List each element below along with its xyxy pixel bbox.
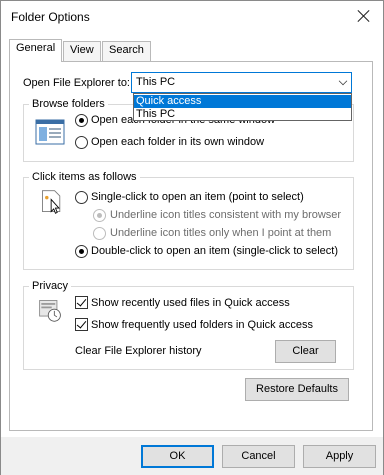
- close-icon[interactable]: [355, 7, 373, 25]
- open-explorer-label: Open File Explorer to:: [23, 77, 130, 89]
- open-explorer-value: This PC: [136, 76, 176, 88]
- clear-button[interactable]: Clear: [275, 340, 336, 363]
- underline-point-label[interactable]: Underline icon titles only when I point …: [110, 227, 331, 239]
- clear-history-label: Clear File Explorer history: [75, 345, 202, 357]
- recent-files-label[interactable]: Show recently used files in Quick access: [91, 297, 290, 309]
- privacy-icon: [39, 300, 61, 322]
- restore-defaults-button[interactable]: Restore Defaults: [245, 378, 349, 401]
- open-explorer-combobox[interactable]: This PC: [131, 72, 352, 93]
- title-bar: Folder Options: [1, 1, 383, 33]
- dropdown-option-this-pc[interactable]: This PC: [134, 108, 351, 121]
- dropdown-option-quick-access[interactable]: Quick access: [134, 95, 351, 108]
- cursor-icon: [42, 190, 61, 214]
- cancel-button[interactable]: Cancel: [222, 445, 295, 468]
- apply-button[interactable]: Apply: [303, 445, 376, 468]
- tab-view[interactable]: View: [63, 41, 101, 61]
- radio-double-click[interactable]: [75, 245, 88, 258]
- radio-single-click[interactable]: [75, 191, 88, 204]
- folder-options-dialog: Folder Options General View Search Open …: [0, 0, 384, 475]
- privacy-title: Privacy: [29, 280, 72, 292]
- click-items-title: Click items as follows: [29, 171, 140, 183]
- double-click-label[interactable]: Double-click to open an item (single-cli…: [91, 245, 338, 257]
- window-icon: [35, 119, 65, 145]
- underline-consistent-label[interactable]: Underline icon titles consistent with my…: [110, 209, 341, 221]
- radio-underline-point[interactable]: [93, 227, 106, 240]
- own-window-label[interactable]: Open each folder in its own window: [91, 136, 264, 148]
- chevron-down-icon[interactable]: [338, 76, 348, 86]
- single-click-label[interactable]: Single-click to open an item (point to s…: [91, 191, 304, 203]
- tab-search[interactable]: Search: [102, 41, 151, 61]
- browse-folders-title: Browse folders: [29, 98, 108, 110]
- tab-general[interactable]: General: [9, 39, 63, 62]
- checkbox-recent-files[interactable]: [75, 296, 88, 309]
- ok-button[interactable]: OK: [141, 445, 214, 468]
- radio-own-window[interactable]: [75, 136, 88, 149]
- window-title: Folder Options: [11, 10, 90, 24]
- open-explorer-dropdown-list: Quick access This PC: [133, 93, 352, 121]
- radio-underline-consistent[interactable]: [93, 209, 106, 222]
- radio-same-window[interactable]: [75, 114, 88, 127]
- checkbox-frequent-folders[interactable]: [75, 318, 88, 331]
- frequent-folders-label[interactable]: Show frequently used folders in Quick ac…: [91, 319, 313, 331]
